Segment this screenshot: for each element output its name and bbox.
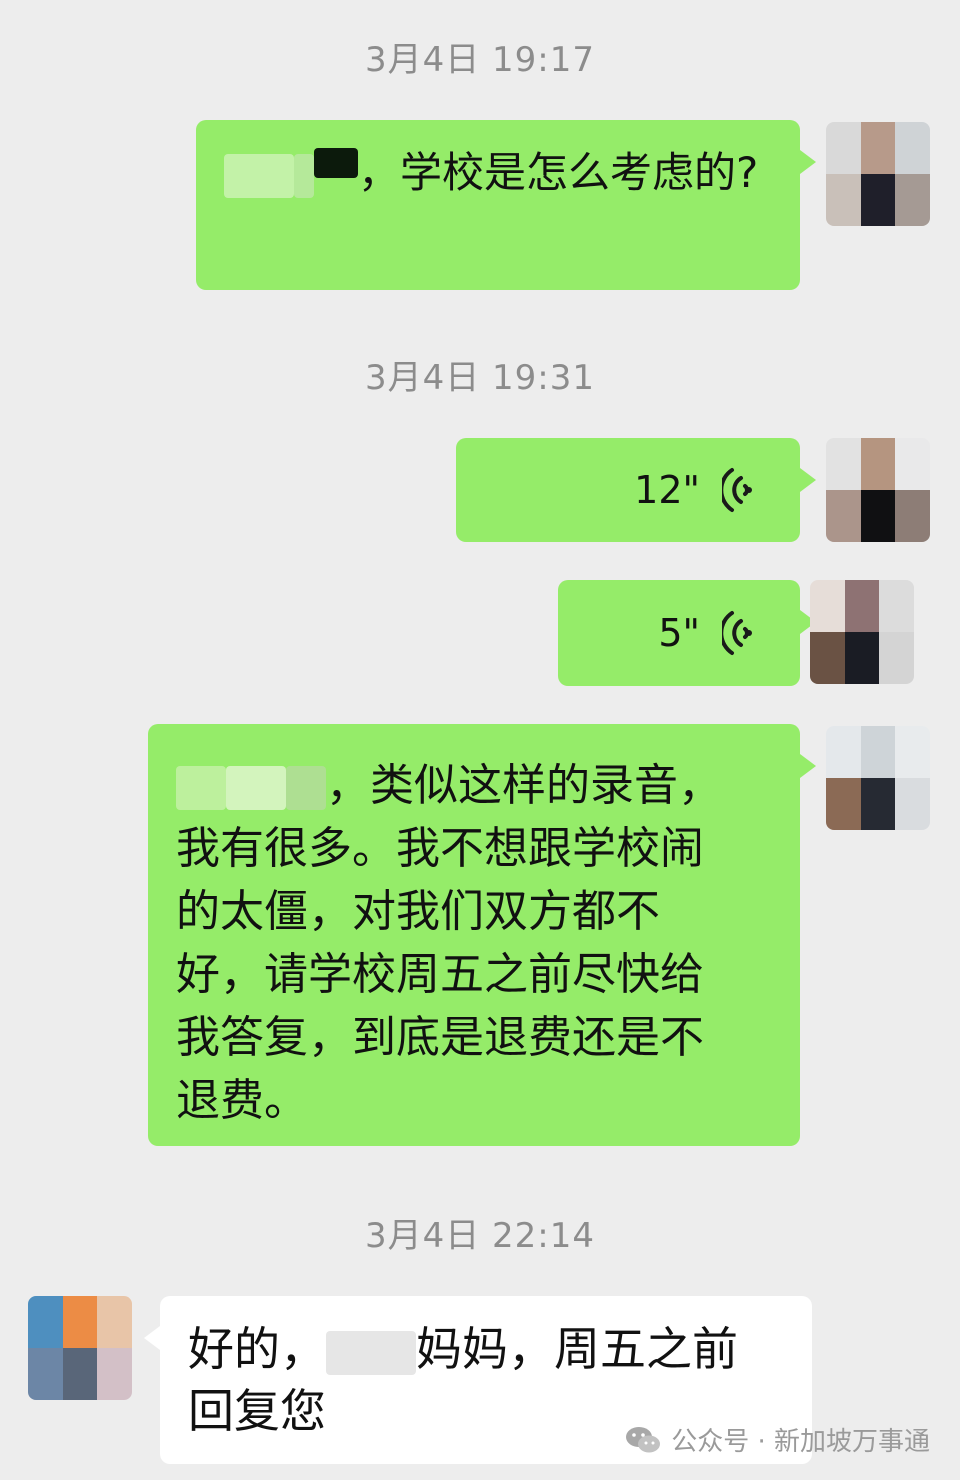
voice-wave-icon (719, 466, 756, 514)
sent-message-bubble[interactable]: ，学校是怎么考虑的? (196, 120, 816, 290)
timestamp: 3月4日 19:31 (364, 358, 596, 398)
avatar-contact[interactable] (28, 1296, 132, 1400)
voice-message[interactable]: 5" (558, 580, 816, 686)
timestamp: 3月4日 19:17 (364, 40, 596, 80)
voice-wave-icon (719, 609, 756, 657)
timestamp: 3月4日 22:14 (364, 1216, 596, 1256)
message-text: 妈妈，周五之前 (416, 1322, 738, 1376)
avatar-self[interactable] (826, 122, 930, 226)
avatar-self[interactable] (810, 580, 914, 684)
redacted-name (314, 148, 358, 178)
redacted-name (176, 766, 226, 810)
message-text: 好的， (188, 1322, 326, 1376)
watermark-text: 公众号 · 新加坡万事通 (671, 1427, 930, 1457)
wechat-icon (625, 1425, 661, 1455)
voice-duration: 5" (658, 611, 700, 655)
redacted-name (226, 766, 286, 810)
sent-message-bubble[interactable]: ，类似这样的录音， 我有很多。我不想跟学校闹 的太僵，对我们双方都不 好，请学校… (148, 724, 816, 1146)
message-text: ，类似这样的录音， (326, 760, 722, 811)
voice-message[interactable]: 12" (456, 438, 816, 542)
watermark: 公众号 · 新加坡万事通 (625, 1421, 930, 1458)
redacted-name (294, 153, 314, 198)
avatar-self[interactable] (826, 726, 930, 830)
message-text: ，学校是怎么考虑的? (358, 148, 759, 197)
redacted-name (326, 1330, 416, 1375)
message-text: 我有很多。我不想跟学校闹 的太僵，对我们双方都不 好，请学校周五之前尽快给 我答… (176, 823, 704, 1126)
redacted-name (224, 153, 294, 198)
redacted-name (286, 766, 326, 810)
avatar-self[interactable] (826, 438, 930, 542)
voice-duration: 12" (634, 468, 700, 512)
